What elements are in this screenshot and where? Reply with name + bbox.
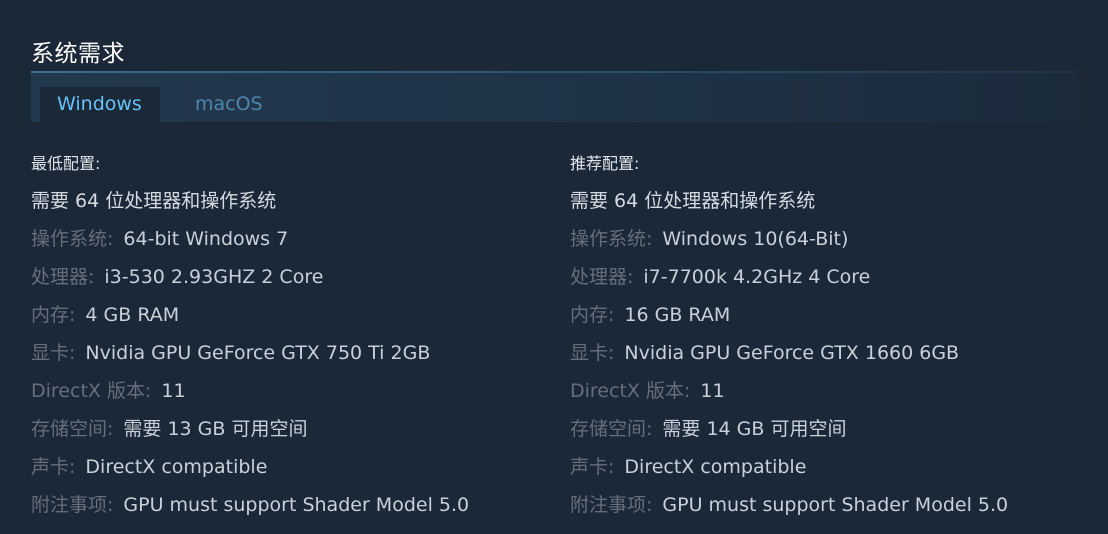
minimum-memory-value: 4 GB RAM (85, 304, 180, 326)
minimum-sound-label: 声卡: (31, 456, 76, 478)
recommended-directx-label: DirectX 版本: (570, 380, 691, 402)
minimum-requirements-column: 最低配置: 需要 64 位处理器和操作系统 操作系统: 64-bit Window… (31, 152, 469, 530)
recommended-row-directx: DirectX 版本: 11 (570, 378, 1008, 416)
minimum-row-directx: DirectX 版本: 11 (31, 378, 469, 416)
minimum-notes-value: GPU must support Shader Model 5.0 (123, 494, 470, 516)
recommended-row-notes: 附注事项: GPU must support Shader Model 5.0 (570, 492, 1008, 530)
recommended-row-storage: 存储空间: 需要 14 GB 可用空间 (570, 416, 1008, 454)
minimum-sound-value: DirectX compatible (85, 456, 268, 478)
recommended-row-os: 操作系统: Windows 10(64-Bit) (570, 226, 1008, 264)
recommended-heading: 推荐配置: (570, 154, 640, 173)
minimum-row-graphics: 显卡: Nvidia GPU GeForce GTX 750 Ti 2GB (31, 340, 469, 378)
minimum-graphics-label: 显卡: (31, 342, 76, 364)
section-title: 系统需求 (31, 41, 125, 67)
minimum-64bit-note: 需要 64 位处理器和操作系统 (31, 190, 277, 212)
minimum-row-storage: 存储空间: 需要 13 GB 可用空间 (31, 416, 469, 454)
minimum-memory-label: 内存: (31, 304, 76, 326)
recommended-requirements-column: 推荐配置: 需要 64 位处理器和操作系统 操作系统: Windows 10(64… (570, 152, 1008, 530)
minimum-directx-value: 11 (161, 380, 186, 402)
tab-macos[interactable]: macOS (178, 87, 280, 122)
system-requirements-page: 系统需求 Windows macOS 最低配置: 需要 64 位处理器和操作系统… (0, 0, 1108, 534)
recommended-storage-label: 存储空间: (570, 418, 653, 440)
minimum-processor-label: 处理器: (31, 266, 95, 288)
minimum-notes-label: 附注事项: (31, 494, 114, 516)
minimum-storage-value: 需要 13 GB 可用空间 (123, 418, 308, 440)
minimum-directx-label: DirectX 版本: (31, 380, 152, 402)
recommended-notes-label: 附注事项: (570, 494, 653, 516)
recommended-directx-value: 11 (700, 380, 725, 402)
recommended-sound-label: 声卡: (570, 456, 615, 478)
minimum-row-sound: 声卡: DirectX compatible (31, 454, 469, 492)
minimum-os-label: 操作系统: (31, 228, 114, 250)
recommended-memory-label: 内存: (570, 304, 615, 326)
recommended-row-processor: 处理器: i7-7700k 4.2GHz 4 Core (570, 264, 1008, 302)
minimum-storage-label: 存储空间: (31, 418, 114, 440)
recommended-notes-value: GPU must support Shader Model 5.0 (662, 494, 1009, 516)
minimum-row-os: 操作系统: 64-bit Windows 7 (31, 226, 469, 264)
minimum-os-value: 64-bit Windows 7 (123, 228, 289, 250)
minimum-row-processor: 处理器: i3-530 2.93GHZ 2 Core (31, 264, 469, 302)
recommended-row-memory: 内存: 16 GB RAM (570, 302, 1008, 340)
recommended-sound-value: DirectX compatible (624, 456, 807, 478)
recommended-storage-value: 需要 14 GB 可用空间 (662, 418, 847, 440)
recommended-os-label: 操作系统: (570, 228, 653, 250)
minimum-row-memory: 内存: 4 GB RAM (31, 302, 469, 340)
recommended-memory-value: 16 GB RAM (624, 304, 731, 326)
minimum-processor-value: i3-530 2.93GHZ 2 Core (104, 266, 324, 288)
recommended-64bit-note: 需要 64 位处理器和操作系统 (570, 190, 816, 212)
minimum-heading: 最低配置: (31, 154, 101, 173)
recommended-processor-label: 处理器: (570, 266, 634, 288)
recommended-graphics-value: Nvidia GPU GeForce GTX 1660 6GB (624, 342, 960, 364)
recommended-os-value: Windows 10(64-Bit) (662, 228, 849, 250)
minimum-row-notes: 附注事项: GPU must support Shader Model 5.0 (31, 492, 469, 530)
recommended-row-sound: 声卡: DirectX compatible (570, 454, 1008, 492)
recommended-graphics-label: 显卡: (570, 342, 615, 364)
recommended-row-graphics: 显卡: Nvidia GPU GeForce GTX 1660 6GB (570, 340, 1008, 378)
os-tab-bar: Windows macOS (31, 73, 1077, 122)
minimum-graphics-value: Nvidia GPU GeForce GTX 750 Ti 2GB (85, 342, 431, 364)
recommended-processor-value: i7-7700k 4.2GHz 4 Core (643, 266, 871, 288)
tab-windows[interactable]: Windows (40, 87, 160, 122)
